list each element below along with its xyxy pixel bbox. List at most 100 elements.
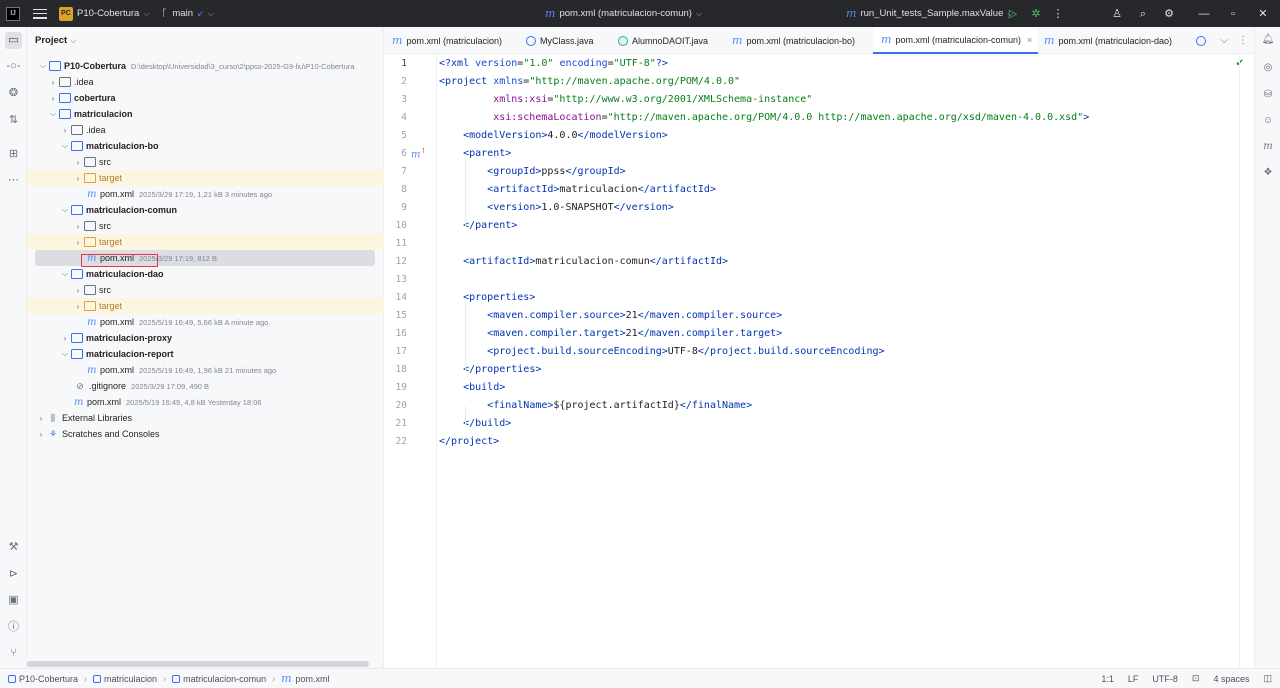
tree-item-matriculacion-proxy[interactable]: › matriculacion-proxy (27, 330, 384, 346)
collapsed-arrow-icon[interactable]: › (72, 174, 84, 183)
run-config-selector[interactable]: m run_Unit_tests_Sample.maxValue ⌵ (846, 0, 1013, 27)
database-icon[interactable]: ⛁ (1260, 87, 1276, 103)
code-line[interactable]: <maven.compiler.target>21</maven.compile… (439, 325, 782, 343)
minimize-window-icon[interactable]: — (1197, 7, 1211, 21)
gradle-tool-icon[interactable]: ❖ (1260, 165, 1276, 181)
project-switcher[interactable]: PC P10-Cobertura ⌵ (59, 6, 149, 21)
git-tool-icon[interactable]: ⑂ (5, 645, 22, 662)
file-encoding[interactable]: UTF-8 (1152, 674, 1178, 684)
tree-item-matriculacion-dao[interactable]: ⌵ matriculacion-dao (27, 266, 384, 282)
collapsed-arrow-icon[interactable]: › (72, 302, 84, 311)
main-menu-button[interactable] (33, 8, 47, 19)
expanded-arrow-icon[interactable]: ⌵ (59, 205, 71, 215)
problems-icon[interactable]: ⓘ (5, 619, 22, 636)
tab-pom-matriculacion-bo[interactable]: m pom.xml (matriculacion-bo) (732, 27, 855, 54)
add-user-icon[interactable]: ♙ (1110, 7, 1124, 21)
code-line[interactable]: <project.build.sourceEncoding>UTF-8</pro… (439, 343, 884, 361)
tree-item-target[interactable]: › target (27, 298, 384, 314)
tree-item-pom-xml-selected[interactable]: m pom.xml 2025/3/29 17:19, 812 B (35, 250, 375, 266)
expanded-arrow-icon[interactable]: ⌵ (59, 141, 71, 151)
code-line[interactable]: <artifactId>matriculacion</artifactId> (439, 181, 716, 199)
more-tools-icon[interactable]: ⋯ (5, 172, 22, 189)
copilot-icon[interactable]: ☺ (1260, 113, 1276, 129)
code-editor[interactable]: 1 2 3 4 5 6 7 8 9 10 11 12 13 14 15 16 17 18 19 20 21 22 m↑ <… (384, 55, 1254, 668)
tab-pom-matriculacion-dao[interactable]: m pom.xml (matriculacion-dao) (1044, 27, 1172, 54)
tab-list-chevron-icon[interactable]: ⌵ (1220, 35, 1228, 46)
expanded-arrow-icon[interactable]: ⌵ (59, 349, 71, 359)
collapsed-arrow-icon[interactable]: › (72, 286, 84, 295)
indent-setting[interactable]: 4 spaces (1213, 674, 1249, 684)
plugins-tool-icon[interactable]: ❂ (5, 85, 22, 102)
tree-item-matriculacion-report[interactable]: ⌵ matriculacion-report (27, 346, 384, 362)
code-line[interactable]: </properties> (439, 361, 541, 379)
collapsed-arrow-icon[interactable]: › (59, 126, 71, 135)
code-line[interactable]: <version>1.0-SNAPSHOT</version> (439, 199, 674, 217)
tree-item-gitignore[interactable]: ⊘ .gitignore 2025/3/29 17:09, 490 B (27, 378, 384, 394)
terminal-icon[interactable]: ▣ (5, 592, 22, 609)
search-icon[interactable]: ⌕ (1136, 7, 1150, 21)
collapsed-arrow-icon[interactable]: › (35, 414, 47, 423)
restore-window-icon[interactable]: ▫ (1226, 7, 1240, 21)
tree-item-matriculacion[interactable]: ⌵ matriculacion (27, 106, 384, 122)
tab-alumnodaoit-java[interactable]: AlumnoDAOIT.java (618, 27, 708, 54)
pull-requests-icon[interactable]: ⇅ (5, 112, 22, 129)
expanded-arrow-icon[interactable]: ⌵ (59, 269, 71, 279)
close-tab-icon[interactable]: × (1027, 35, 1032, 45)
collapsed-arrow-icon[interactable]: › (47, 94, 59, 103)
tab-pom-matriculacion-comun[interactable]: m pom.xml (matriculacion-comun) × (873, 27, 1039, 54)
commit-tool-icon[interactable]: -○- (5, 58, 22, 75)
tree-item-external-libraries[interactable]: › ⫼ External Libraries (27, 410, 384, 426)
code-line[interactable]: <artifactId>matriculacion-comun</artifac… (439, 253, 728, 271)
breadcrumb-matriculacion-comun[interactable]: matriculacion-comun (172, 674, 266, 684)
code-line[interactable]: <?xml version="1.0" encoding="UTF-8"?> (439, 55, 668, 73)
code-line[interactable]: </build> (439, 415, 511, 433)
project-tool-icon[interactable]: ▭ (5, 32, 22, 49)
code-line[interactable]: xsi:schemaLocation="http://maven.apache.… (439, 109, 1089, 127)
code-line[interactable]: </parent> (439, 217, 517, 235)
project-view-selector[interactable]: Project ⌵ (35, 35, 76, 46)
maven-parent-gutter-icon[interactable]: m↑ (411, 147, 426, 160)
tree-item-src[interactable]: › src (27, 154, 384, 170)
tree-item-matriculacion-bo[interactable]: ⌵ matriculacion-bo (27, 138, 384, 154)
editor-scrollbar[interactable] (1239, 55, 1240, 668)
tree-item-src[interactable]: › src (27, 282, 384, 298)
services-icon[interactable]: ⊳ (5, 566, 22, 583)
code-line[interactable]: <groupId>ppss</groupId> (439, 163, 626, 181)
code-line[interactable]: </project> (439, 433, 499, 451)
settings-gear-icon[interactable]: ⚙ (1162, 7, 1176, 21)
code-line[interactable]: xmlns:xsi="http://www.w3.org/2001/XMLSch… (439, 91, 812, 109)
vcs-branch-switcher[interactable]: ᚴ main ↙ ⌵ (161, 8, 213, 19)
code-line[interactable]: <parent> (439, 145, 511, 163)
collapsed-arrow-icon[interactable]: › (47, 78, 59, 87)
collapsed-arrow-icon[interactable]: › (35, 430, 47, 439)
collapsed-arrow-icon[interactable]: › (72, 158, 84, 167)
tree-item-idea[interactable]: › .idea (27, 122, 384, 138)
collapsed-arrow-icon[interactable]: › (72, 238, 84, 247)
tree-item-cobertura[interactable]: › cobertura (27, 90, 384, 106)
run-icon[interactable]: ▷ (1006, 7, 1020, 21)
breadcrumb-matriculacion[interactable]: matriculacion (93, 674, 157, 684)
tree-item-idea[interactable]: › .idea (27, 74, 384, 90)
breadcrumb-project[interactable]: P10-Cobertura (8, 674, 78, 684)
structure-tool-icon[interactable]: ⊞ (5, 146, 22, 163)
tree-item-target[interactable]: › target (27, 234, 384, 250)
collapsed-arrow-icon[interactable]: › (59, 334, 71, 343)
expanded-arrow-icon[interactable]: ⌵ (37, 61, 49, 71)
lock-icon[interactable]: ⊡ (1192, 673, 1200, 684)
more-actions-icon[interactable]: ⋮ (1051, 7, 1065, 21)
tree-item-root[interactable]: ⌵ P10-Cobertura D:\desktop\Universidad\3… (27, 58, 384, 74)
caret-position[interactable]: 1:1 (1101, 674, 1114, 684)
code-line[interactable]: <project xmlns="http://maven.apache.org/… (439, 73, 740, 91)
tree-item-target[interactable]: › target (27, 170, 384, 186)
tree-item-scratches[interactable]: › ⚘ Scratches and Consoles (27, 426, 384, 442)
expanded-arrow-icon[interactable]: ⌵ (47, 109, 59, 119)
horizontal-scrollbar[interactable] (27, 661, 369, 667)
build-hammer-icon[interactable]: ⚒ (5, 539, 22, 556)
maven-tool-icon[interactable]: m (1260, 139, 1276, 155)
ai-assistant-icon[interactable]: ◎ (1260, 60, 1276, 76)
tab-overflow-partial[interactable] (1196, 27, 1210, 54)
tab-myclass-java[interactable]: MyClass.java (526, 27, 594, 54)
tree-item-pom-xml[interactable]: m pom.xml 2025/5/19 16:49, 4,8 kB Yester… (27, 394, 384, 410)
code-line[interactable]: <finalName>${project.artifactId}</finalN… (439, 397, 752, 415)
code-line[interactable]: <modelVersion>4.0.0</modelVersion> (439, 127, 668, 145)
